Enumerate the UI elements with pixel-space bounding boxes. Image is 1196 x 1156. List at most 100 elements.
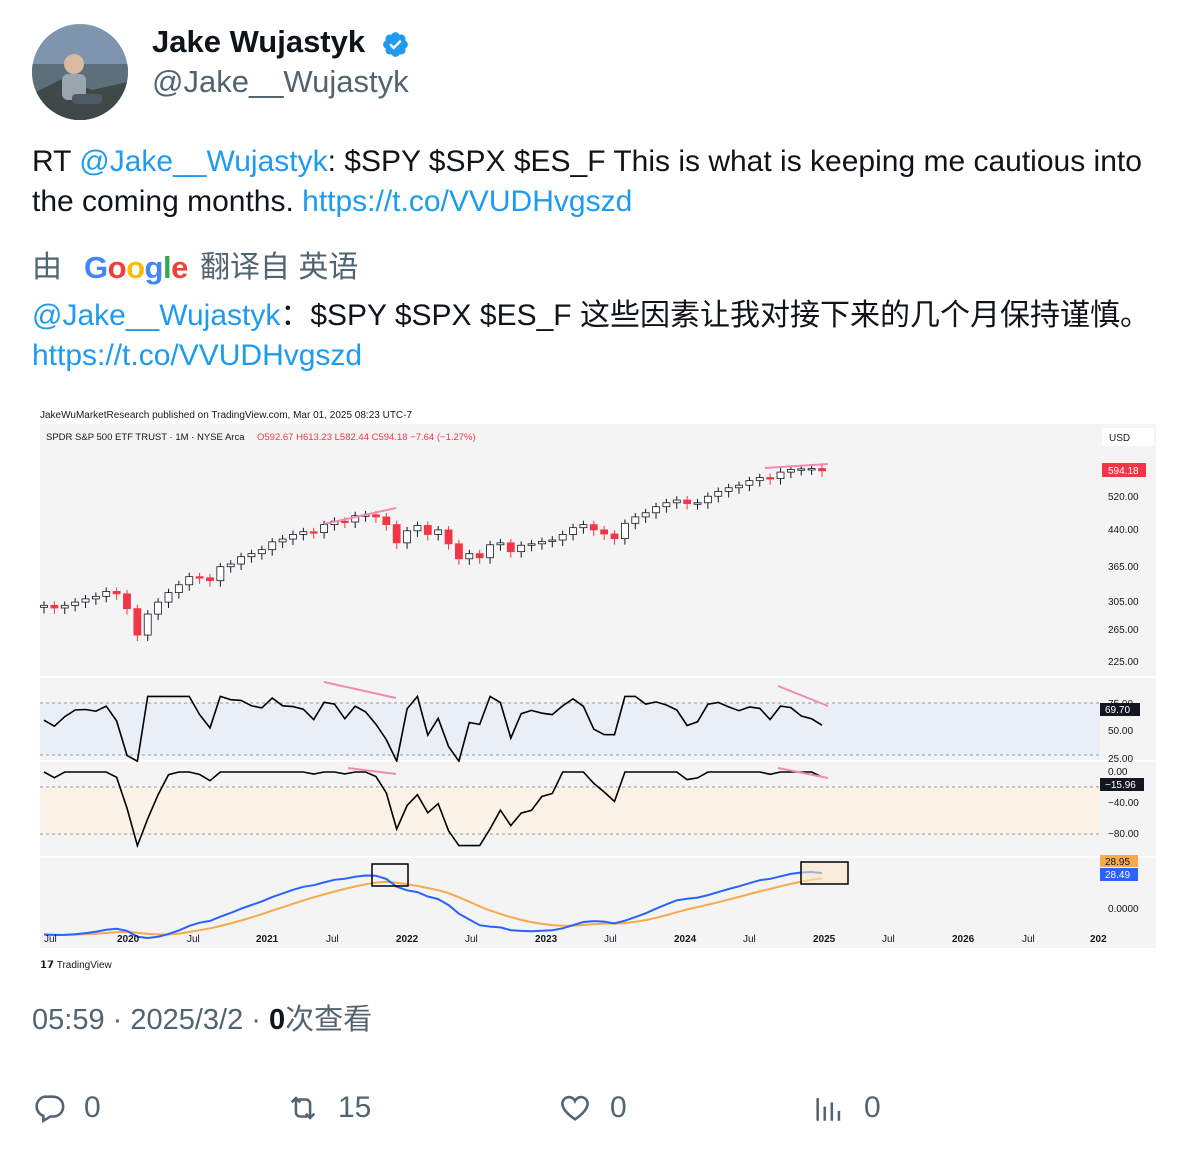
time-tick-label: 2026 [952,934,975,945]
candle-body [589,524,598,531]
views-label: 次查看 [285,1004,373,1036]
candle-body [786,469,795,473]
time-tick-label: Jul [743,934,756,945]
avatar-photo [32,24,128,120]
retweet-icon [290,1096,316,1120]
reply-count: 0 [84,1091,101,1124]
candle-body [320,524,328,534]
candle-body [631,516,640,524]
candle-body [527,543,536,546]
author-handle[interactable]: @Jake__Wujastyk [152,64,409,100]
price-tick-label: 305.00 [1108,597,1139,608]
mention-link[interactable]: @Jake__Wujastyk [79,145,327,178]
candle-body [289,534,297,540]
osc-tick-label: −80.00 [1108,829,1139,840]
candle-body [382,516,391,526]
time-tick-label: Jul [1022,934,1035,945]
candle-body [40,604,48,608]
candle-body [185,576,194,586]
time-tick-label: 2024 [674,934,697,945]
time-tick-label: Jul [44,934,57,945]
candle-body [174,584,183,594]
candle-body [475,553,484,559]
ohlc-readout: O592.67 H613.23 L582.44 C594.18 −7.64 (−… [257,432,476,443]
candle-body [735,484,743,489]
candle-body [703,495,712,504]
avatar[interactable] [32,24,128,120]
time-tick-label: Jul [187,934,200,945]
candle-body [299,531,308,535]
crossover-box-2 [800,861,849,885]
macd-panel [40,858,1156,948]
tradingview-logo: 𝟭𝟳 TradingView [40,960,113,971]
time-tick-label: Jul [882,934,895,945]
candle-body [392,524,401,544]
like-count: 0 [610,1091,627,1124]
candle-body [766,477,775,480]
candle-body [455,543,463,560]
candle-body [278,538,287,543]
time-tick-label: 2023 [535,934,558,945]
candle-body [517,544,526,553]
time-tick-label: Jul [326,934,339,945]
candle-body [143,613,152,636]
author-name[interactable]: Jake Wujastyk [152,24,365,60]
tweet-time[interactable]: 05:59 [32,1004,105,1036]
tweet-text: RT @Jake__Wujastyk: $SPY $SPX $ES_F This… [32,142,1172,222]
candle-body [714,490,723,497]
candle-body [434,529,443,535]
translated-url-link[interactable]: https://t.co/VVUDHvgszd [32,339,362,372]
candle-body [123,593,131,610]
google-logo: Google [84,250,188,285]
time-tick-label: Jul [604,934,617,945]
candle-body [164,592,173,603]
tweet-date[interactable]: 2025/3/2 [130,1004,243,1036]
candle-body [403,530,411,544]
tweet-meta: 05:59 · 2025/3/2 · 0次查看 [32,1004,373,1036]
candle-body [693,502,702,505]
tweet-url-link[interactable]: https://t.co/VVUDHvgszd [302,185,632,218]
candle-body [558,534,567,541]
osc-tick-label: −40.00 [1108,798,1139,809]
candle-body [776,471,785,479]
analytics-button[interactable]: 0 [812,1086,881,1130]
candle-body [755,477,764,482]
candle-body [206,577,214,582]
candle-body [797,468,806,471]
chart-image[interactable]: JakeWuMarketResearch published on Tradin… [32,398,1164,976]
candle-body [237,556,245,565]
candle-body [216,566,225,582]
candle-body [71,601,80,606]
symbol-line: SPDR S&P 500 ETF TRUST · 1M · NYSE Arca [46,432,245,443]
price-tick-label: 265.00 [1108,625,1139,636]
translated-text: @Jake__Wujastyk：$SPY $SPX $ES_F 这些因素让我对接… [32,296,1172,376]
tradingview-chart: JakeWuMarketResearch published on Tradin… [32,398,1164,976]
candle-body [195,576,204,579]
osc-value: −15.96 [1105,780,1136,791]
time-tick-label: 202 [1090,934,1107,945]
candle-body [745,480,754,486]
candle-body [340,520,349,524]
translated-body: ：$SPY $SPX $ES_F 这些因素让我对接下来的几个月保持谨慎。 [280,299,1150,332]
candle-body [496,542,505,546]
candle-body [81,598,90,603]
translated-mention-link[interactable]: @Jake__Wujastyk [32,299,280,332]
currency-label: USD [1109,433,1130,444]
rsi-band [40,703,1100,755]
price-panel [40,424,1156,676]
rsi-tick-label: 50.00 [1108,726,1133,737]
price-tick-label: 365.00 [1108,562,1139,573]
candle-body [465,553,474,560]
candle-body [91,595,100,600]
candle-body [807,468,816,471]
retweet-count: 15 [338,1091,372,1124]
candle-body [600,529,609,535]
retweet-button[interactable]: 15 [286,1086,371,1130]
macd-slow-value: 28.95 [1105,857,1130,868]
candle-body [486,544,494,559]
candle-body [102,590,111,597]
reply-button[interactable]: 0 [32,1086,101,1130]
candle-body [538,541,546,545]
like-button[interactable]: 0 [558,1086,627,1130]
candle-body [423,525,432,535]
